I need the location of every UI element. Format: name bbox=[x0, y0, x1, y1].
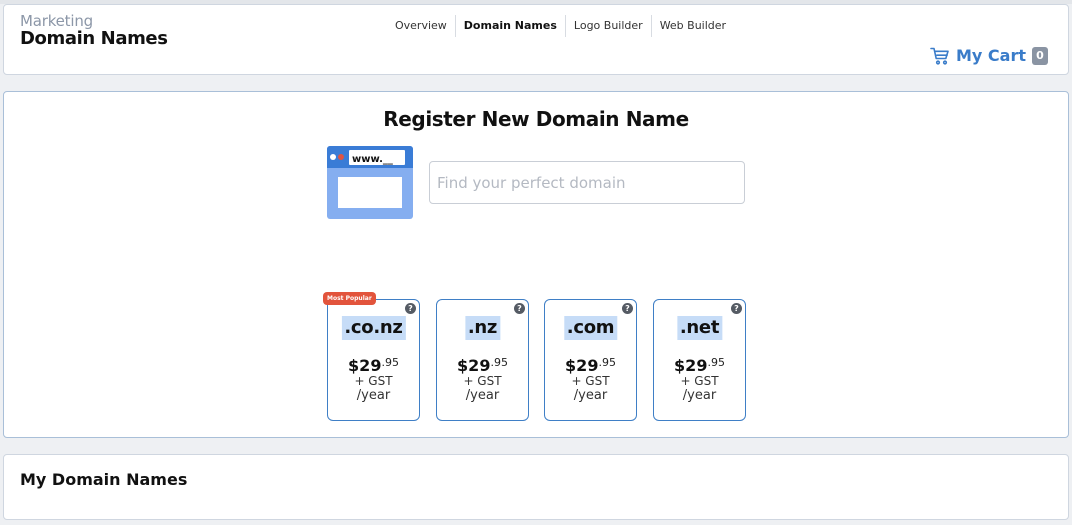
tld-card-nz[interactable]: ? .nz $29.95 + GST /year bbox=[436, 299, 529, 421]
page-title: Domain Names bbox=[20, 28, 168, 49]
tld-gst: + GST bbox=[571, 374, 610, 388]
my-domains-title: My Domain Names bbox=[20, 470, 188, 489]
tld-price: $29.95 bbox=[457, 356, 508, 375]
illustration-url-text: www.__ bbox=[352, 154, 393, 165]
domain-search-input[interactable] bbox=[429, 161, 745, 204]
help-icon[interactable]: ? bbox=[622, 303, 633, 314]
tld-gst: + GST bbox=[680, 374, 719, 388]
tld-price: $29.95 bbox=[674, 356, 725, 375]
nav-logo-builder[interactable]: Logo Builder bbox=[564, 15, 651, 37]
most-popular-badge: Most Popular bbox=[323, 292, 376, 305]
nav-domain-names[interactable]: Domain Names bbox=[454, 15, 565, 37]
nav-overview[interactable]: Overview bbox=[387, 15, 455, 37]
tld-period: /year bbox=[682, 388, 717, 403]
tld-name: .nz bbox=[464, 316, 501, 340]
tld-name: .net bbox=[676, 316, 723, 340]
help-icon[interactable]: ? bbox=[405, 303, 416, 314]
top-nav: Overview Domain Names Logo Builder Web B… bbox=[387, 15, 734, 37]
register-title: Register New Domain Name bbox=[383, 107, 689, 131]
cart-count-badge: 0 bbox=[1032, 46, 1048, 65]
tld-card-net[interactable]: ? .net $29.95 + GST /year bbox=[653, 299, 746, 421]
cart-icon bbox=[930, 47, 950, 65]
register-domain-panel: Register New Domain Name www.__ Most Pop… bbox=[3, 91, 1069, 438]
tld-name: .com bbox=[563, 316, 618, 340]
tld-gst: + GST bbox=[463, 374, 502, 388]
browser-www-icon: www.__ bbox=[327, 146, 413, 223]
help-icon[interactable]: ? bbox=[731, 303, 742, 314]
tld-price: $29.95 bbox=[348, 356, 399, 375]
tld-period: /year bbox=[465, 388, 500, 403]
tld-name: .co.nz bbox=[341, 316, 406, 340]
help-icon[interactable]: ? bbox=[514, 303, 525, 314]
cart-label: My Cart bbox=[956, 46, 1026, 65]
tld-card-co-nz[interactable]: Most Popular ? .co.nz $29.95 + GST /year bbox=[323, 292, 420, 421]
my-domains-panel: My Domain Names bbox=[3, 454, 1069, 520]
tld-period: /year bbox=[573, 388, 608, 403]
tld-gst: + GST bbox=[354, 374, 393, 388]
tld-card-com[interactable]: ? .com $29.95 + GST /year bbox=[544, 299, 637, 421]
my-cart-button[interactable]: My Cart 0 bbox=[930, 46, 1048, 65]
tld-price: $29.95 bbox=[565, 356, 616, 375]
tld-period: /year bbox=[356, 388, 391, 403]
header-panel: Marketing Domain Names Overview Domain N… bbox=[3, 4, 1069, 75]
nav-web-builder[interactable]: Web Builder bbox=[650, 15, 734, 37]
